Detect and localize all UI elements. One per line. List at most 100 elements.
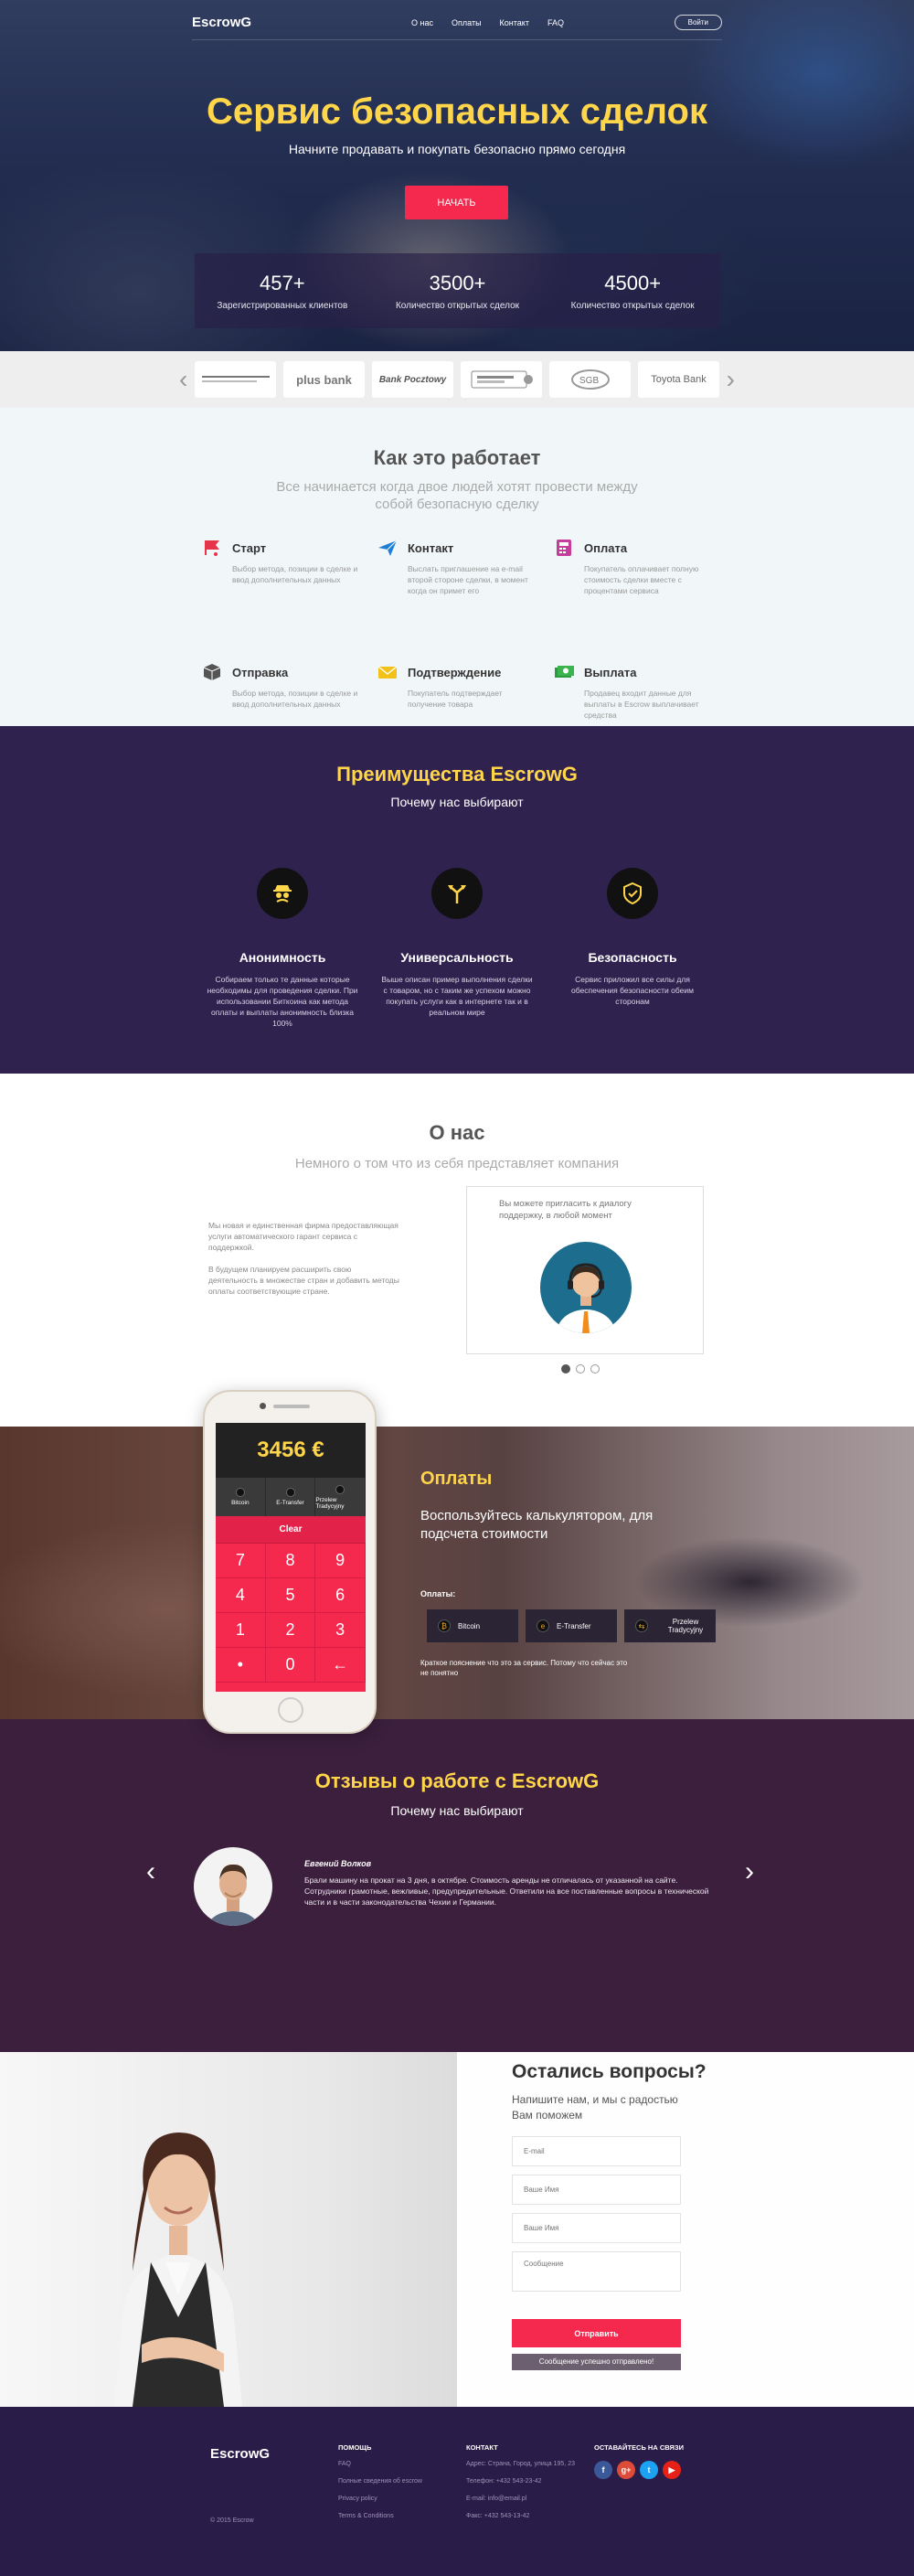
contact-section: Остались вопросы? Напишите нам, и мы с р…	[0, 2052, 914, 2407]
paper-plane-icon	[377, 538, 399, 558]
calculator-method-etransfer[interactable]: E-Transfer	[266, 1478, 316, 1516]
smiling-woman-image	[87, 2079, 270, 2407]
step-payment: Оплата Покупатель оплачивает полную стои…	[553, 538, 717, 596]
feature-title: Универсальность	[400, 950, 514, 965]
google-plus-icon[interactable]: g+	[617, 2461, 635, 2479]
feature-description: Сервис приложил все силы для обеспечения…	[570, 975, 694, 1006]
step-shipping: Отправка Выбор метода, позиции в сделке …	[201, 662, 366, 710]
bitcoin-icon	[235, 1488, 245, 1497]
payment-option-transfer[interactable]: ⇆ Przelew Tradycyjny	[624, 1609, 716, 1642]
logo[interactable]: EscrowG	[192, 15, 251, 30]
partner-logo	[195, 361, 276, 398]
key[interactable]: 1	[216, 1613, 266, 1648]
key[interactable]: 7	[216, 1544, 266, 1578]
twitter-icon[interactable]: t	[640, 2461, 658, 2479]
stat-label: Зарегистрированных клиентов	[217, 301, 348, 311]
slider-dot[interactable]	[590, 1364, 600, 1374]
youtube-icon[interactable]: ▶	[663, 2461, 681, 2479]
stat-deals: 3500+ Количество открытых сделок	[370, 253, 546, 328]
step-head: Подтверждение	[377, 662, 541, 682]
facebook-icon[interactable]: f	[594, 2461, 612, 2479]
menu-item-about[interactable]: О нас	[411, 18, 433, 27]
calculator-method-transfer[interactable]: Przelew Tradycyjny	[315, 1478, 366, 1516]
chevron-left-icon[interactable]: ‹	[179, 367, 187, 392]
message-field[interactable]	[512, 2251, 681, 2292]
partner-logo-graphic	[201, 376, 270, 382]
backspace-icon[interactable]: ←	[315, 1648, 366, 1683]
footer-email[interactable]: E-mail: info@email.pl	[466, 2496, 576, 2502]
stat-clients: 457+ Зарегистрированных клиентов	[195, 253, 370, 328]
footer-link[interactable]: Полные сведения об escrow	[338, 2478, 422, 2485]
payment-option-label: Przelew Tradycyjny	[667, 1618, 704, 1634]
stat-label: Количество открытых сделок	[570, 301, 695, 311]
main-menu: О нас Оплаты Контакт FAQ	[411, 18, 564, 27]
phone-camera	[260, 1403, 266, 1409]
section-subtitle: Почему нас выбирают	[390, 795, 524, 809]
feature-description: Выше описан пример выполнения сделки с т…	[381, 975, 533, 1017]
key[interactable]: 0	[265, 1648, 316, 1683]
calculator-phone: 3456 € Bitcoin E-Transfer Przelew Tradyc…	[203, 1390, 377, 1734]
key-dot[interactable]: •	[216, 1648, 266, 1683]
payment-option-etransfer[interactable]: e E-Transfer	[526, 1609, 617, 1642]
step-payout: Выплата Продавец входит данные для выпла…	[553, 662, 717, 721]
key[interactable]: 3	[315, 1613, 366, 1648]
partner-logo-graphic: SGB	[570, 369, 610, 390]
surname-field[interactable]	[512, 2213, 681, 2243]
chevron-left-icon[interactable]: ‹	[146, 1856, 155, 1887]
section-title: Преимущества EscrowG	[336, 763, 578, 786]
calculator-keypad: 7 8 9 4 5 6 1 2 3 • 0 ←	[216, 1544, 366, 1683]
partner-logo-text: SGB	[579, 376, 599, 386]
method-label: E-Transfer	[276, 1500, 304, 1506]
key[interactable]: 4	[216, 1578, 266, 1613]
stat-number: 3500+	[429, 272, 486, 294]
calculator-clear-button[interactable]: Clear	[216, 1516, 366, 1544]
payment-option-label: E-Transfer	[557, 1621, 591, 1630]
partner-logo: SGB	[549, 361, 631, 398]
payment-option-bitcoin[interactable]: ₿ Bitcoin	[427, 1609, 518, 1642]
footer-phone: Телефон: +432 543-23-42	[466, 2478, 542, 2485]
footer: EscrowG © 2015 Escrow ПОМОЩЬ FAQ Полные …	[0, 2407, 914, 2576]
feature-universality: Универсальность Выше описан пример выпол…	[379, 868, 535, 1018]
email-field[interactable]	[512, 2136, 681, 2166]
footer-link[interactable]: Privacy policy	[338, 2496, 422, 2502]
footer-help-column: ПОМОЩЬ FAQ Полные сведения об escrow Pri…	[338, 2443, 422, 2530]
section-title: Как это работает	[373, 446, 541, 469]
about-text: Мы новая и единственная фирма предоставл…	[208, 1220, 400, 1308]
key[interactable]: 2	[265, 1613, 316, 1648]
calculator-method-bitcoin[interactable]: Bitcoin	[216, 1478, 266, 1516]
success-message: Сообщение успешно отправлено!	[512, 2354, 681, 2370]
send-button[interactable]: Отправить	[512, 2319, 681, 2347]
support-card: Вы можете пригласить к диалогу поддержку…	[466, 1186, 704, 1354]
key[interactable]: 9	[315, 1544, 366, 1578]
how-it-works-section: Как это работает Все начинается когда дв…	[0, 408, 914, 726]
footer-link[interactable]: FAQ	[338, 2461, 422, 2467]
section-subtitle: Немного о том что из себя представляет к…	[294, 1156, 620, 1171]
payments-title: Оплаты	[420, 1469, 493, 1489]
step-head: Отправка	[201, 662, 366, 682]
step-title: Выплата	[584, 665, 637, 679]
slider-dot[interactable]	[576, 1364, 585, 1374]
menu-item-contact[interactable]: Контакт	[500, 18, 529, 27]
about-paragraph: Мы новая и единственная фирма предоставл…	[208, 1221, 399, 1252]
phone-home-button	[278, 1697, 303, 1723]
step-head: Контакт	[377, 538, 541, 558]
footer-heading: ПОМОЩЬ	[338, 2443, 372, 2452]
login-button[interactable]: Войти	[674, 15, 722, 30]
chevron-right-icon[interactable]: ›	[745, 1856, 754, 1887]
menu-item-payments[interactable]: Оплаты	[452, 18, 482, 27]
chevron-right-icon[interactable]: ›	[727, 367, 735, 392]
menu-item-faq[interactable]: FAQ	[547, 18, 564, 27]
support-card-text: Вы можете пригласить к диалогу поддержку…	[499, 1199, 632, 1221]
name-field[interactable]	[512, 2175, 681, 2205]
step-confirmation: Подтверждение Покупатель подтверждает по…	[377, 662, 541, 710]
key[interactable]: 8	[265, 1544, 316, 1578]
footer-logo[interactable]: EscrowG	[210, 2446, 270, 2462]
footer-link[interactable]: Terms & Conditions	[338, 2513, 422, 2519]
step-contact: Контакт Выслать приглашение на e-mail вт…	[377, 538, 541, 596]
start-button[interactable]: НАЧАТЬ	[405, 186, 508, 219]
slider-dot[interactable]	[561, 1364, 570, 1374]
payments-note: Краткое пояснение что это за сервис. Пот…	[420, 1659, 628, 1677]
etransfer-icon: e	[537, 1619, 549, 1632]
key[interactable]: 6	[315, 1578, 366, 1613]
key[interactable]: 5	[265, 1578, 316, 1613]
